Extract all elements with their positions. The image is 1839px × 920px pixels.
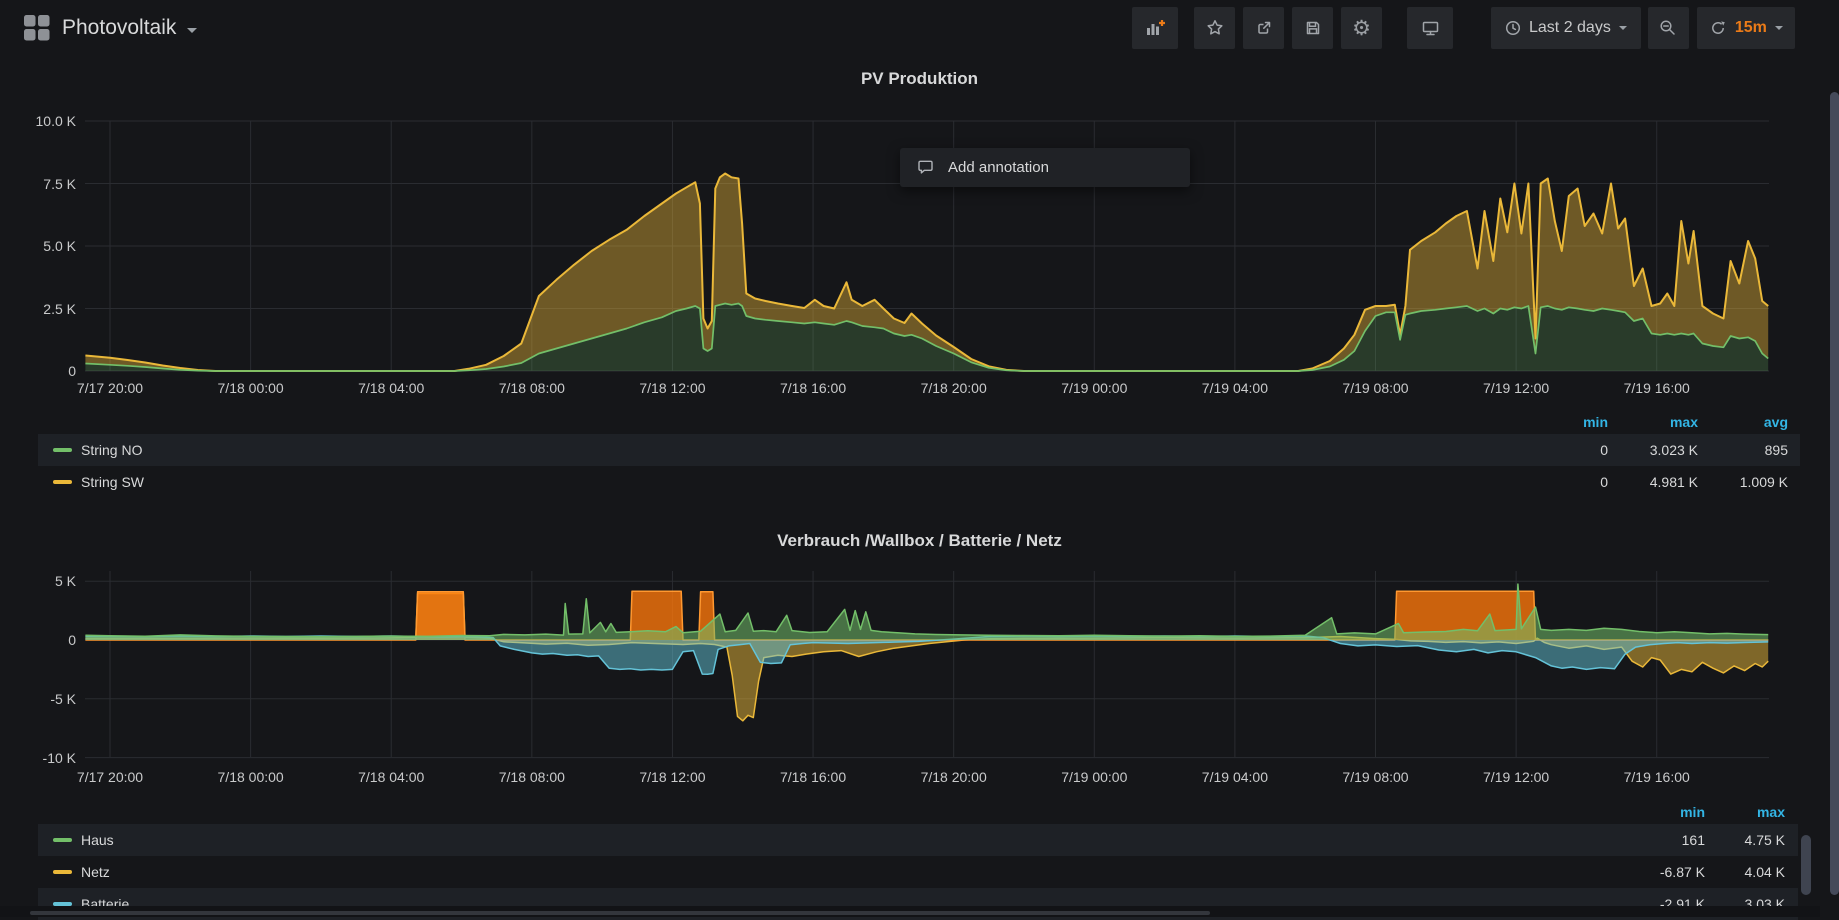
dashboard-title: Photovoltaik: [62, 0, 176, 56]
clock-icon: [1505, 20, 1521, 36]
x-tick-label: 7/19 16:00: [1624, 380, 1690, 396]
add-panel-button[interactable]: [1132, 7, 1178, 49]
y-tick-label: 10.0 K: [0, 113, 76, 129]
x-tick-label: 7/19 12:00: [1483, 769, 1549, 785]
x-tick-label: 7/19 04:00: [1202, 769, 1268, 785]
series-color-dash-icon[interactable]: [53, 870, 72, 874]
x-tick-label: 7/18 20:00: [921, 380, 987, 396]
y-tick-label: 0: [0, 363, 76, 379]
y-tick-label: -5 K: [0, 691, 76, 707]
tv-mode-button[interactable]: [1407, 7, 1453, 49]
comment-bubble-icon: [917, 159, 934, 176]
legend-pv: String NO03.023 K895String SW04.981 K1.0…: [38, 434, 1800, 498]
x-tick-label: 7/19 16:00: [1624, 769, 1690, 785]
legend-col-header-max[interactable]: max: [1608, 410, 1698, 434]
horizontal-scrollbar-thumb[interactable]: [30, 911, 1210, 915]
monitor-icon: [1421, 19, 1440, 37]
refresh-picker[interactable]: 15m: [1697, 7, 1795, 49]
legend-row: String SW04.981 K1.009 K: [38, 466, 1800, 498]
verbrauch-chart[interactable]: [85, 566, 1769, 762]
x-tick-label: 7/19 00:00: [1061, 380, 1127, 396]
legend-value-avg: 895: [1678, 434, 1788, 466]
y-tick-label: 5.0 K: [0, 238, 76, 254]
x-tick-label: 7/18 20:00: [921, 769, 987, 785]
x-tick-label: 7/18 04:00: [358, 380, 424, 396]
legend-header-pv: minmaxavg: [38, 410, 1800, 434]
legend-scrollbar-thumb[interactable]: [1801, 835, 1811, 895]
legend-row: Netz-6.87 K4.04 K: [38, 856, 1798, 888]
x-tick-label: 7/18 08:00: [499, 380, 565, 396]
legend-series-label[interactable]: String NO: [81, 434, 142, 466]
grafana-grid-logo[interactable]: [24, 15, 50, 41]
add-annotation-menu-item[interactable]: Add annotation: [900, 148, 1190, 187]
y-tick-label: 0: [0, 632, 76, 648]
x-tick-label: 7/19 08:00: [1342, 769, 1408, 785]
legend-series-label[interactable]: String SW: [81, 466, 144, 498]
grafana-dashboard: { "navbar": { "title": "Photovoltaik", "…: [0, 0, 1839, 917]
series-color-dash-icon[interactable]: [53, 838, 72, 842]
x-tick-label: 7/19 04:00: [1202, 380, 1268, 396]
legend-value-max: 4.04 K: [1675, 856, 1785, 888]
x-tick-label: 7/18 04:00: [358, 769, 424, 785]
navbar: Photovoltaik: [0, 0, 1839, 56]
legend-series-label[interactable]: Netz: [81, 856, 110, 888]
chevron-down-icon: [187, 28, 197, 33]
panel-title-pv-produktion[interactable]: PV Produktion: [0, 69, 1839, 89]
y-tick-label: 5 K: [0, 573, 76, 589]
star-button[interactable]: [1194, 7, 1235, 49]
legend-value-max: 4.75 K: [1675, 824, 1785, 856]
x-tick-label: 7/18 00:00: [218, 769, 284, 785]
x-tick-label: 7/18 16:00: [780, 769, 846, 785]
zoom-out-button[interactable]: [1648, 7, 1689, 49]
x-tick-label: 7/19 00:00: [1061, 769, 1127, 785]
legend-row: Haus1614.75 K: [38, 824, 1798, 856]
legend-col-header-min[interactable]: min: [1518, 410, 1608, 434]
legend-value-avg: 1.009 K: [1678, 466, 1788, 498]
legend-series-label[interactable]: Haus: [81, 824, 114, 856]
save-button[interactable]: [1292, 7, 1333, 49]
y-tick-label: 2.5 K: [0, 301, 76, 317]
legend-col-header-min[interactable]: min: [1615, 800, 1705, 824]
x-tick-label: 7/18 12:00: [639, 380, 705, 396]
x-tick-label: 7/17 20:00: [77, 380, 143, 396]
legend-row: String NO03.023 K895: [38, 434, 1800, 466]
series-color-dash-icon[interactable]: [53, 448, 72, 452]
share-icon: [1255, 19, 1273, 37]
add-annotation-label: Add annotation: [948, 159, 1049, 176]
time-range-label: Last 2 days: [1529, 19, 1611, 37]
chevron-down-icon: [1775, 26, 1783, 30]
x-tick-label: 7/19 12:00: [1483, 380, 1549, 396]
legend-col-header-max[interactable]: max: [1695, 800, 1785, 824]
zoom-out-icon: [1659, 19, 1677, 37]
x-tick-label: 7/18 16:00: [780, 380, 846, 396]
nav-toolbar: ⚙ Last 2 days: [1132, 7, 1795, 49]
refresh-interval-label: 15m: [1735, 19, 1767, 37]
share-button[interactable]: [1243, 7, 1284, 49]
gear-icon: ⚙: [1352, 18, 1371, 39]
add-panel-icon: [1145, 19, 1165, 37]
main-scrollbar-thumb[interactable]: [1830, 92, 1839, 895]
series-color-dash-icon[interactable]: [53, 480, 72, 484]
panel-title-verbrauch[interactable]: Verbrauch /Wallbox / Batterie / Netz: [0, 531, 1839, 551]
star-icon: [1206, 19, 1224, 37]
x-tick-label: 7/17 20:00: [77, 769, 143, 785]
time-range-picker[interactable]: Last 2 days: [1491, 7, 1641, 49]
settings-button[interactable]: ⚙: [1341, 7, 1382, 49]
x-tick-label: 7/18 08:00: [499, 769, 565, 785]
y-tick-label: -10 K: [0, 750, 76, 766]
save-icon: [1304, 19, 1322, 37]
x-tick-label: 7/19 08:00: [1342, 380, 1408, 396]
y-tick-label: 7.5 K: [0, 176, 76, 192]
legend-col-header-avg[interactable]: avg: [1698, 410, 1788, 434]
legend-header-verbrauch: minmax: [38, 800, 1798, 824]
x-tick-label: 7/18 00:00: [218, 380, 284, 396]
dashboard-title-dropdown[interactable]: Photovoltaik: [62, 0, 197, 56]
refresh-icon: [1709, 19, 1727, 37]
x-tick-label: 7/18 12:00: [639, 769, 705, 785]
chevron-down-icon: [1619, 26, 1627, 30]
